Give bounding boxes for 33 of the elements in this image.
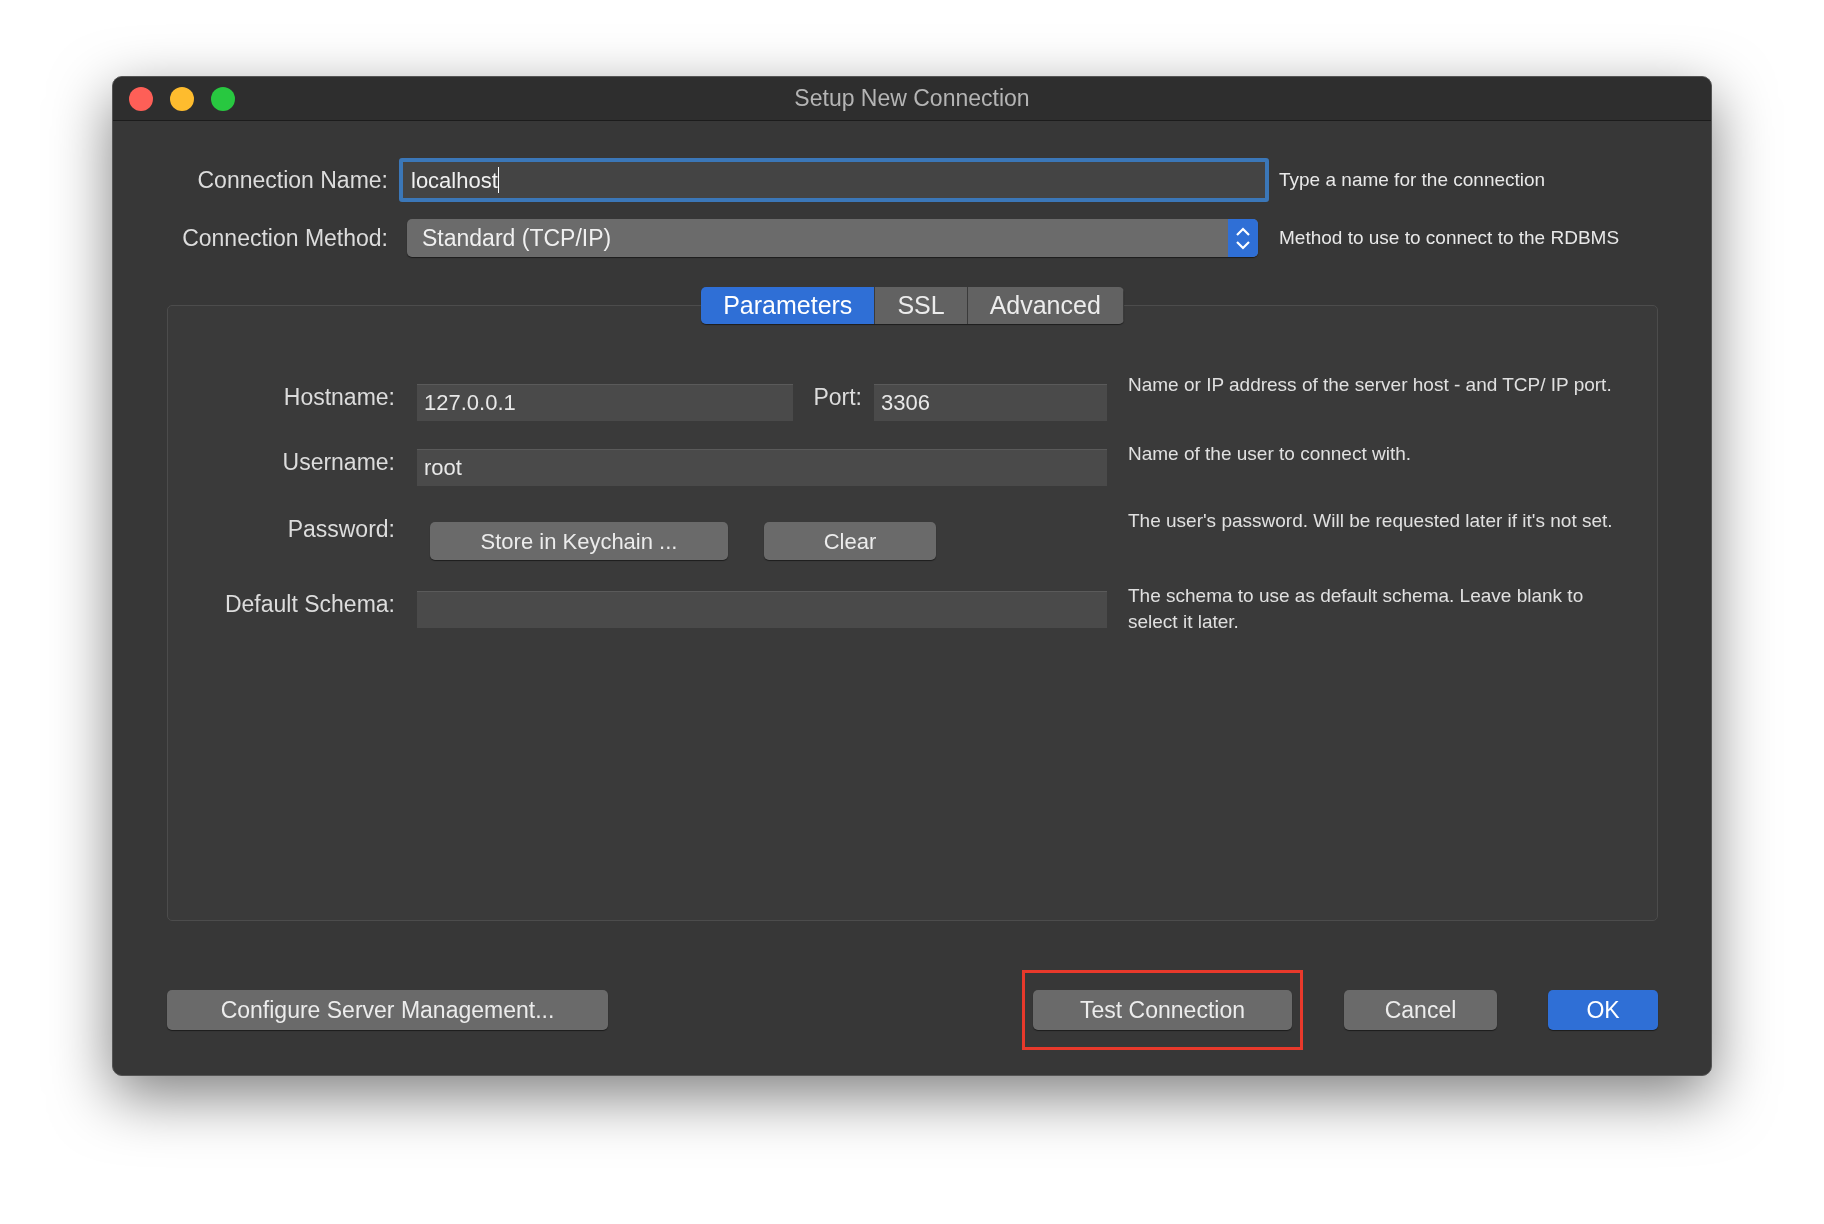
window-title: Setup New Connection bbox=[794, 84, 1030, 114]
dialog-button[interactable]: Configure Server Management... bbox=[167, 990, 608, 1030]
connection-name-field[interactable]: localhost bbox=[399, 158, 1269, 202]
close-icon[interactable] bbox=[129, 86, 153, 111]
minimize-icon[interactable] bbox=[170, 86, 194, 111]
store-in-keychain-button[interactable]: Store in Keychain ... bbox=[430, 522, 728, 560]
port-field[interactable]: 3306 bbox=[874, 384, 1107, 421]
hint-text: The user's password. Will be requested later if it's not set. bbox=[1128, 509, 1614, 533]
field-label: Connection Method: bbox=[181, 223, 388, 253]
tab[interactable]: SSL bbox=[875, 287, 968, 324]
dialog-button[interactable]: Test Connection bbox=[1033, 990, 1292, 1030]
clear-password-button[interactable]: Clear bbox=[764, 522, 936, 560]
field-label: Default Schema: bbox=[223, 590, 395, 619]
username-field[interactable]: root bbox=[417, 449, 1107, 486]
dialog-button[interactable]: OK bbox=[1548, 990, 1658, 1030]
hint-text: Name of the user to connect with. bbox=[1128, 442, 1413, 466]
hint-text: Method to use to connect to the RDBMS bbox=[1279, 225, 1620, 250]
hint-text: Name or IP address of the server host - and TCP/ IP port. bbox=[1128, 373, 1613, 397]
hostname-field[interactable]: 127.0.0.1 bbox=[417, 384, 793, 421]
field-label: Username: bbox=[281, 448, 395, 477]
default-schema-field[interactable] bbox=[417, 591, 1107, 628]
field-label: Port: bbox=[812, 383, 862, 412]
dialog-button[interactable]: Cancel bbox=[1344, 990, 1497, 1030]
field-label: Connection Name: bbox=[196, 165, 388, 195]
field-label: Hostname: bbox=[282, 383, 395, 412]
connection-method-dropdown[interactable]: Standard (TCP/IP) bbox=[407, 219, 1258, 257]
maximize-icon[interactable] bbox=[211, 86, 235, 111]
field-label: Password: bbox=[286, 515, 395, 544]
hint-text: Type a name for the connection bbox=[1279, 167, 1546, 192]
hint-text: The schema to use as default schema. Leave blank to select it later. bbox=[1128, 584, 1585, 634]
stepper-icon bbox=[1228, 219, 1258, 257]
tab[interactable]: Parameters bbox=[701, 287, 876, 324]
tab[interactable]: Advanced bbox=[967, 287, 1124, 324]
